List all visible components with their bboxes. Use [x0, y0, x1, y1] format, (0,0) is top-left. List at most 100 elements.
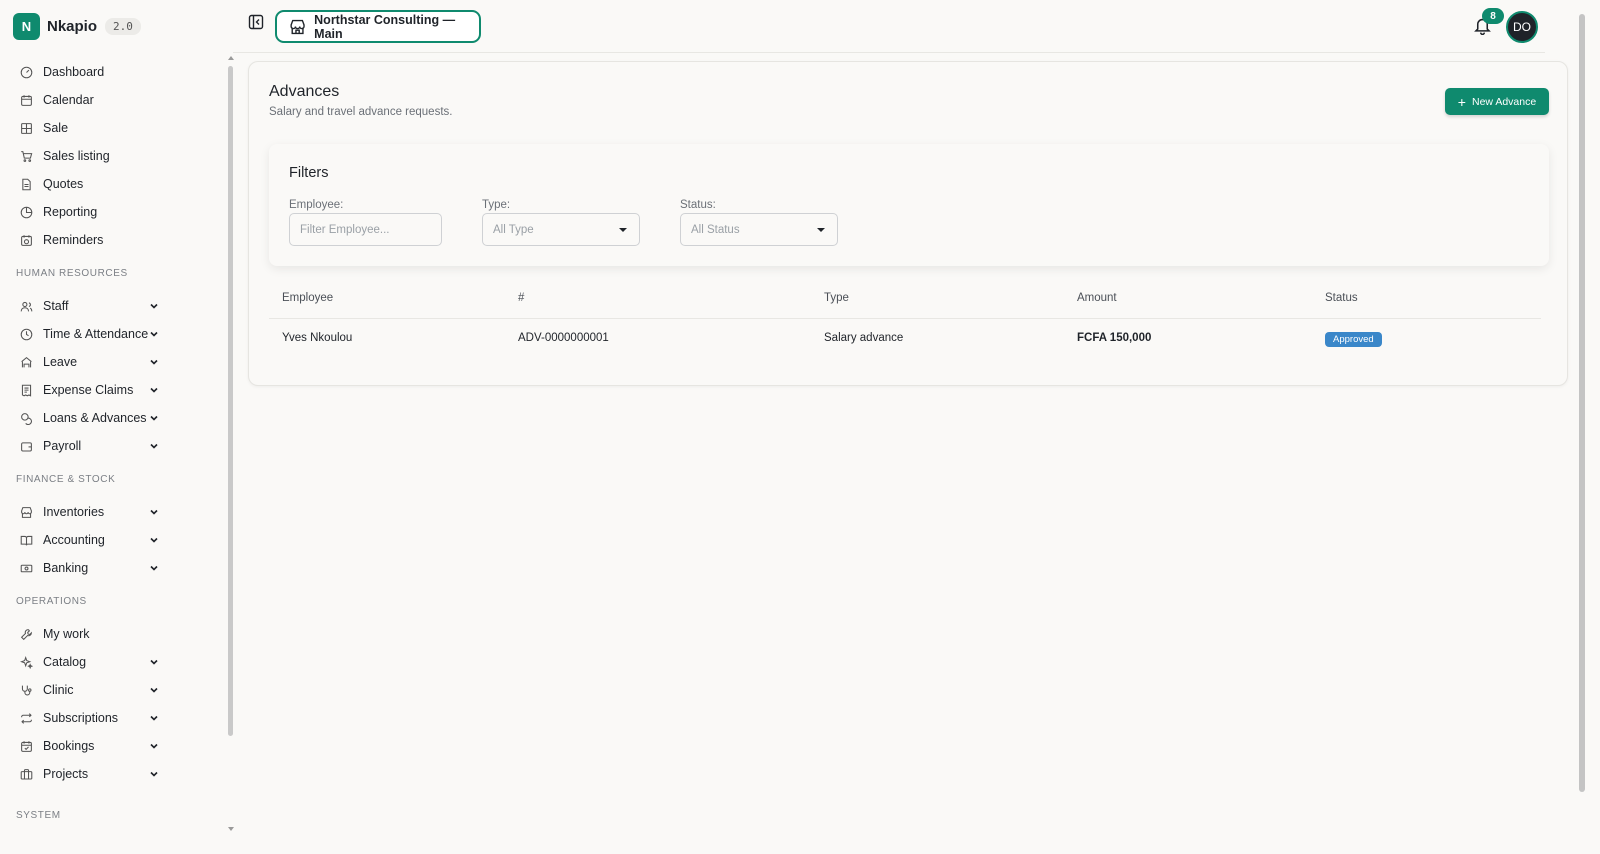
filters-panel: Filters Employee: Filter Employee... Typ…: [269, 144, 1549, 266]
page-scrollbar-thumb[interactable]: [1579, 14, 1585, 792]
caret-down-icon: [817, 228, 825, 232]
sidebar-item-label: Reminders: [43, 233, 104, 247]
sidebar-item-label: Expense Claims: [43, 383, 134, 397]
organization-name: Northstar Consulting — Main: [314, 12, 456, 41]
chevron-down-icon[interactable]: [149, 357, 159, 367]
organization-switcher[interactable]: Northstar Consulting — Main: [275, 10, 481, 43]
sidebar-item-label: Payroll: [43, 439, 82, 453]
wallet-icon: [20, 440, 33, 453]
chevron-down-icon[interactable]: [149, 713, 159, 723]
cart-icon: [20, 150, 33, 163]
sidebar-item-banking[interactable]: Banking: [0, 554, 226, 582]
employee-filter-placeholder: Filter Employee...: [300, 223, 390, 236]
sidebar-collapse-icon[interactable]: [248, 14, 264, 30]
column-header-number[interactable]: #: [518, 292, 524, 304]
sidebar-item-quotes[interactable]: Quotes: [0, 170, 226, 198]
sidebar-scroll-down-arrow[interactable]: [228, 827, 234, 831]
store-icon: [20, 506, 33, 519]
sidebar-item-catalog[interactable]: Catalog: [0, 648, 226, 676]
sidebar-item-dashboard[interactable]: Dashboard: [0, 58, 226, 86]
sidebar-item-label: Leave: [43, 355, 78, 369]
receipt-icon: [20, 384, 33, 397]
chevron-down-icon[interactable]: [149, 301, 159, 311]
sidebar-item-calendar[interactable]: Calendar: [0, 86, 226, 114]
chevron-down-icon[interactable]: [149, 441, 159, 451]
column-header-amount[interactable]: Amount: [1077, 292, 1117, 304]
sidebar-item-inventories[interactable]: Inventories: [0, 498, 226, 526]
column-header-employee[interactable]: Employee: [282, 292, 333, 304]
sidebar-item-reminders[interactable]: Reminders: [0, 226, 226, 254]
chevron-down-icon[interactable]: [149, 329, 159, 339]
brand[interactable]: N Nkapio 2.0: [13, 13, 141, 40]
chevron-down-icon[interactable]: [149, 385, 159, 395]
employee-filter-input[interactable]: Filter Employee...: [289, 213, 442, 246]
advances-card: Advances Salary and travel advance reque…: [248, 61, 1568, 386]
stethoscope-icon: [20, 684, 33, 697]
column-header-type[interactable]: Type: [824, 292, 849, 304]
topbar: Northstar Consulting — Main 8 DO: [233, 0, 1545, 53]
sidebar-item-reporting[interactable]: Reporting: [0, 198, 226, 226]
sidebar-item-accounting[interactable]: Accounting: [0, 526, 226, 554]
sidebar-item-projects[interactable]: Projects: [0, 760, 226, 788]
store-icon: [290, 19, 305, 34]
new-advance-button[interactable]: + New Advance: [1445, 88, 1549, 115]
sidebar-item-bookings[interactable]: Bookings: [0, 732, 226, 760]
cell-number: ADV-0000000001: [518, 332, 609, 344]
sidebar-item-label: Inventories: [43, 505, 105, 519]
chevron-down-icon[interactable]: [149, 685, 159, 695]
page-subtitle: Salary and travel advance requests.: [269, 106, 453, 118]
sidebar-item-label: Sales listing: [43, 149, 110, 163]
book-icon: [20, 534, 33, 547]
sparkles-icon: [20, 655, 33, 669]
cell-employee: Yves Nkoulou: [282, 332, 353, 344]
sidebar-item-subscriptions[interactable]: Subscriptions: [0, 704, 226, 732]
sidebar-item-clinic[interactable]: Clinic: [0, 676, 226, 704]
calendar-clock-icon: [20, 234, 33, 247]
sidebar-item-expense-claims[interactable]: Expense Claims: [0, 376, 226, 404]
sidebar-item-sales-listing[interactable]: Sales listing: [0, 142, 226, 170]
sidebar-scrollbar-thumb[interactable]: [228, 66, 233, 736]
users-icon: [20, 300, 33, 313]
sidebar-item-staff[interactable]: Staff: [0, 292, 226, 320]
sidebar-item-time-attendance[interactable]: Time & Attendance: [0, 320, 226, 348]
sidebar-item-label: Quotes: [43, 177, 84, 191]
sidebar-item-label: Dashboard: [43, 65, 105, 79]
sidebar-item-label: Calendar: [43, 93, 94, 107]
plus-icon: +: [1457, 93, 1466, 110]
sidebar-item-label: Time & Attendance: [43, 327, 149, 341]
pie-chart-icon: [20, 206, 33, 219]
cell-type: Salary advance: [824, 332, 904, 344]
employee-filter-label: Employee:: [289, 199, 344, 211]
sidebar: N Nkapio 2.0 Dashboard Calendar Sale Sal…: [0, 0, 226, 854]
column-header-status[interactable]: Status: [1325, 292, 1358, 304]
sidebar-scrollbar[interactable]: [226, 58, 233, 738]
sidebar-item-label: Reporting: [43, 205, 98, 219]
briefcase-icon: [20, 768, 33, 781]
chevron-down-icon[interactable]: [149, 507, 159, 517]
avatar[interactable]: DO: [1506, 11, 1538, 43]
clock-icon: [20, 328, 33, 341]
sale-grid-icon: [20, 122, 33, 135]
chevron-down-icon[interactable]: [149, 563, 159, 573]
sidebar-item-my-work[interactable]: My work: [0, 620, 226, 648]
chevron-down-icon[interactable]: [149, 769, 159, 779]
sidebar-item-sale[interactable]: Sale: [0, 114, 226, 142]
sidebar-item-loans-advances[interactable]: Loans & Advances: [0, 404, 226, 432]
status-filter-select[interactable]: All Status: [680, 213, 838, 246]
chevron-down-icon[interactable]: [149, 657, 159, 667]
sidebar-item-label: Loans & Advances: [43, 411, 147, 425]
version-badge: 2.0: [105, 18, 141, 35]
sidebar-item-payroll[interactable]: Payroll: [0, 432, 226, 460]
document-icon: [20, 178, 33, 191]
chevron-down-icon[interactable]: [149, 413, 159, 423]
page-title: Advances: [269, 83, 340, 100]
type-filter-select[interactable]: All Type: [482, 213, 640, 246]
sidebar-item-label: Banking: [43, 561, 89, 575]
section-label-human-resources: HUMAN RESOURCES: [16, 268, 128, 279]
chevron-down-icon[interactable]: [149, 741, 159, 751]
calendar-check-icon: [20, 740, 33, 753]
sidebar-nav: Dashboard Calendar Sale Sales listing Qu…: [0, 58, 226, 821]
chevron-down-icon[interactable]: [149, 535, 159, 545]
type-filter-value: All Type: [493, 223, 534, 236]
sidebar-item-leave[interactable]: Leave: [0, 348, 226, 376]
